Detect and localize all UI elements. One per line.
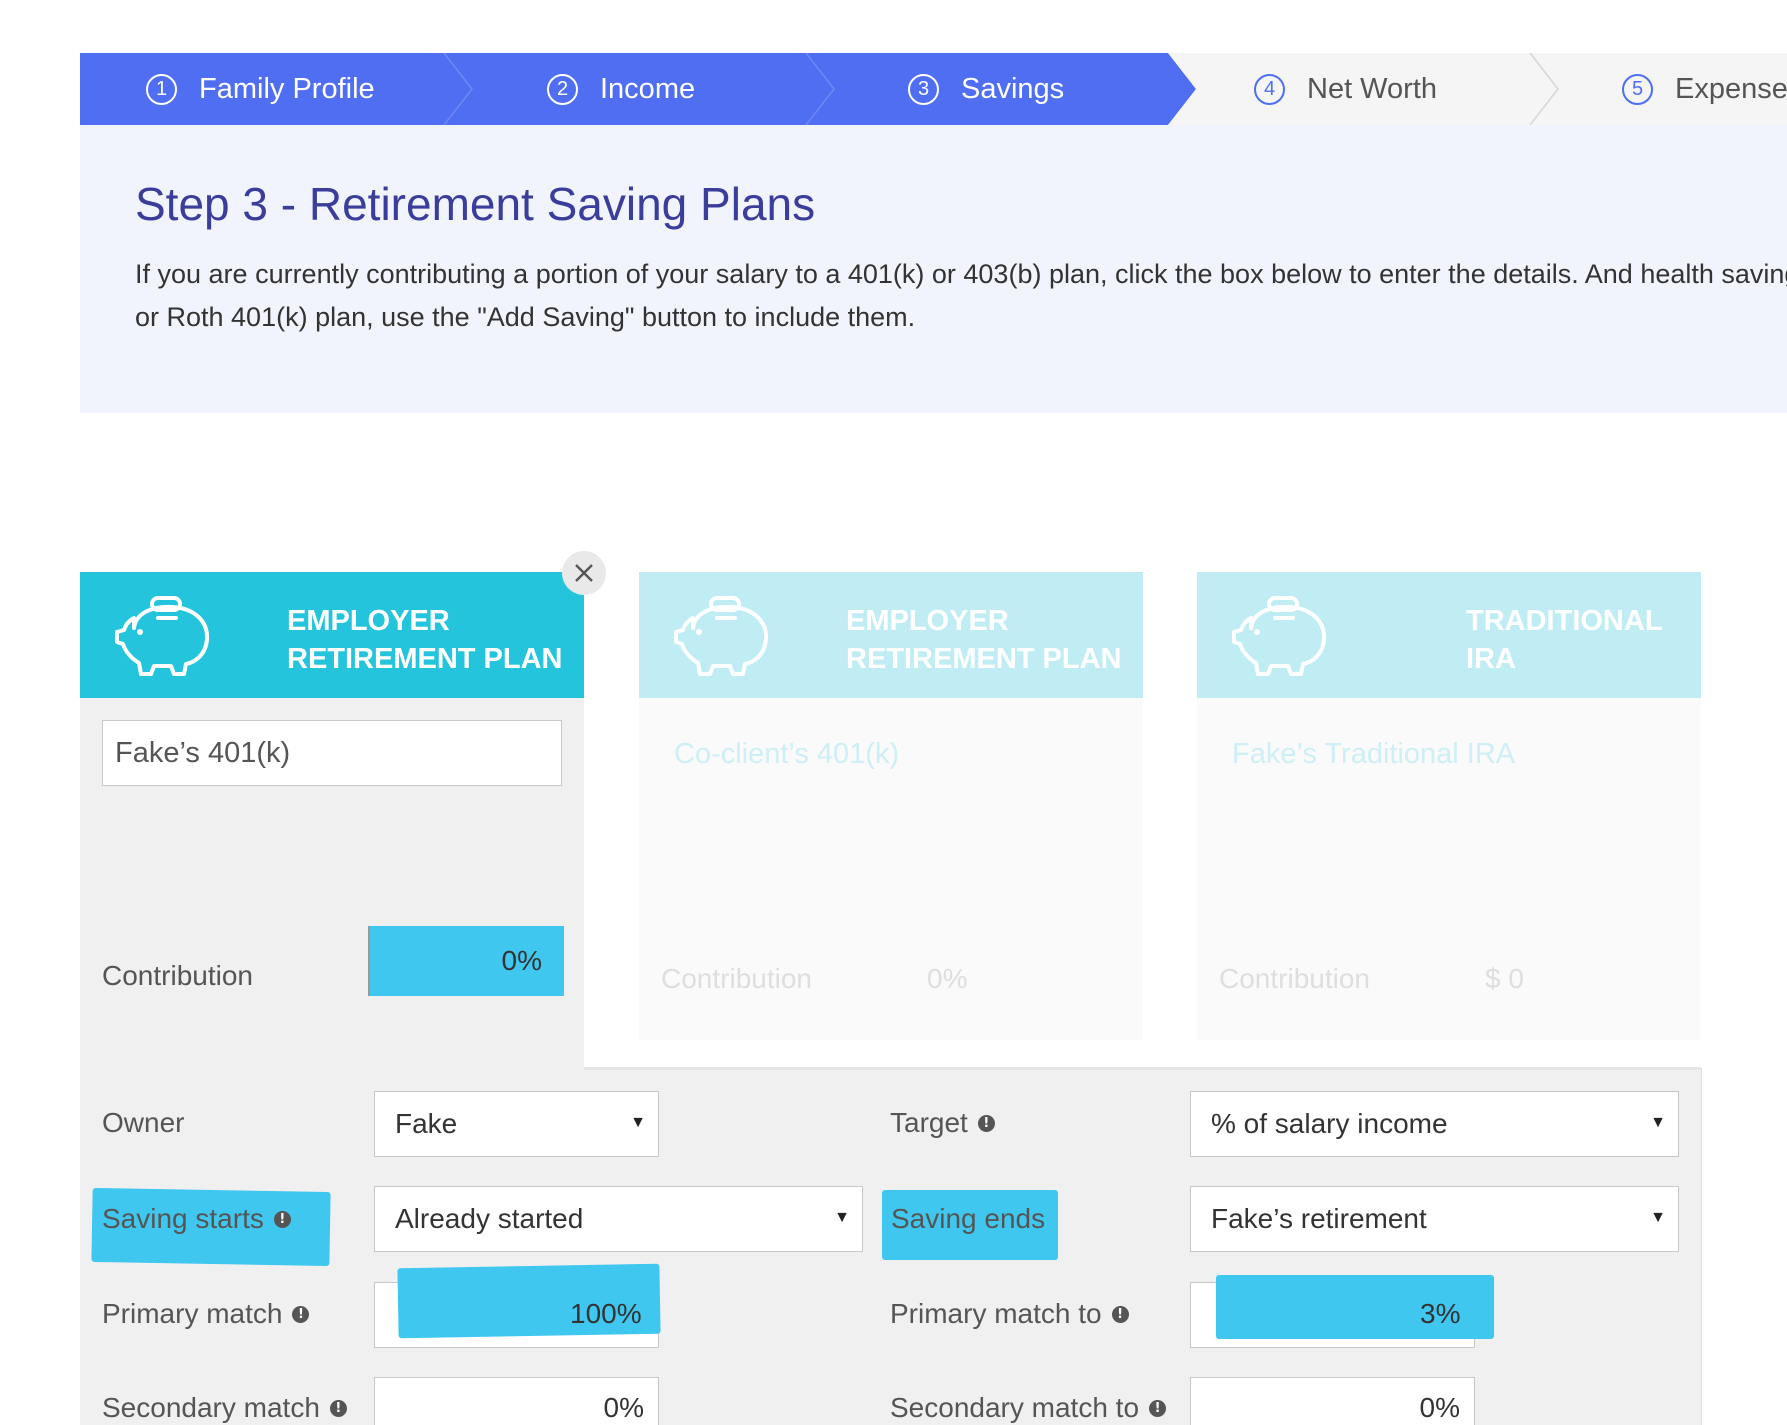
- dropdown-arrow-icon: ▼: [630, 1114, 646, 1131]
- card-body: Fake’s Traditional IRA Contribution $ 0: [1197, 698, 1701, 1040]
- owner-select[interactable]: Fake ▼: [374, 1091, 659, 1157]
- close-icon: [575, 564, 593, 582]
- step-expense[interactable]: 5 Expense: [1622, 53, 1787, 125]
- owner-label-text: Owner: [102, 1107, 185, 1138]
- secondary-match-input[interactable]: 0%: [374, 1377, 659, 1425]
- details-divider: [584, 1067, 1701, 1070]
- card-header[interactable]: TRADITIONAL IRA: [1197, 572, 1701, 698]
- close-button[interactable]: [562, 551, 606, 595]
- card-title-line1: EMPLOYER: [846, 605, 1009, 637]
- card-title-line1: TRADITIONAL: [1466, 605, 1663, 637]
- card-title-line2: IRA: [1466, 643, 1516, 675]
- secondary-match-value: 0%: [603, 1392, 644, 1423]
- step-number-badge: 4: [1254, 73, 1285, 105]
- contribution-value: $ 0: [1485, 963, 1524, 994]
- secondary-match-to-label: Secondary match to !: [890, 1392, 1167, 1424]
- info-icon[interactable]: !: [1149, 1399, 1167, 1417]
- saving-card-co-client-plan[interactable]: EMPLOYER RETIREMENT PLAN Co-client’s 401…: [639, 572, 1143, 1040]
- saving-starts-label-text: Saving starts: [102, 1203, 264, 1234]
- info-icon[interactable]: !: [977, 1114, 995, 1132]
- card-title-line2: RETIREMENT PLAN: [846, 643, 1122, 675]
- info-icon[interactable]: !: [1111, 1305, 1129, 1323]
- step-number-badge: 5: [1622, 73, 1653, 105]
- page-title: Step 3 - Retirement Saving Plans: [135, 178, 816, 230]
- secondary-match-label-text: Secondary match: [102, 1392, 320, 1423]
- saving-ends-value: Fake’s retirement: [1211, 1203, 1427, 1234]
- piggy-bank-icon: [115, 596, 210, 676]
- step-number-badge: 2: [547, 73, 578, 105]
- info-icon[interactable]: !: [329, 1399, 347, 1417]
- primary-match-to-label-text: Primary match to: [890, 1298, 1102, 1329]
- contribution-input[interactable]: 0%: [368, 926, 564, 996]
- target-label: Target !: [890, 1107, 995, 1139]
- step-net-worth[interactable]: 4 Net Worth: [1254, 53, 1437, 125]
- step-income[interactable]: 2 Income: [547, 53, 695, 125]
- target-select[interactable]: % of salary income ▼: [1190, 1091, 1679, 1157]
- dropdown-arrow-icon: ▼: [834, 1209, 850, 1226]
- contribution-label: Contribution: [1219, 963, 1370, 994]
- contribution-label: Contribution: [661, 963, 812, 994]
- info-icon[interactable]: !: [292, 1305, 310, 1323]
- plan-name: Co-client’s 401(k): [674, 738, 900, 770]
- card-body: Co-client’s 401(k) Contribution 0%: [639, 698, 1143, 1040]
- card-title-line2: RETIREMENT PLAN: [287, 643, 563, 675]
- dropdown-arrow-icon: ▼: [1650, 1209, 1666, 1226]
- intro-panel: Step 3 - Retirement Saving Plans If you …: [80, 125, 1787, 413]
- saving-starts-select[interactable]: Already started ▼: [374, 1186, 863, 1252]
- target-label-text: Target: [890, 1107, 968, 1138]
- step-label: Family Profile: [199, 72, 375, 105]
- contribution-value: 0%: [927, 963, 968, 994]
- piggy-bank-icon: [674, 596, 769, 676]
- primary-match-value-text: 100%: [570, 1298, 642, 1329]
- secondary-match-to-input[interactable]: 0%: [1190, 1377, 1475, 1425]
- primary-match-to-value-text: 3%: [1420, 1298, 1461, 1329]
- secondary-match-label: Secondary match !: [102, 1392, 347, 1424]
- saving-card-employer-plan[interactable]: EMPLOYER RETIREMENT PLAN Contribution 0%: [80, 572, 584, 1146]
- primary-match-value: 100%: [570, 1298, 642, 1330]
- step-label: Net Worth: [1307, 72, 1438, 105]
- plan-name-input[interactable]: [102, 720, 562, 786]
- card-header[interactable]: EMPLOYER RETIREMENT PLAN: [80, 572, 584, 698]
- primary-match-label: Primary match !: [102, 1298, 310, 1330]
- saving-starts-label: Saving starts !: [102, 1203, 291, 1235]
- step-number-badge: 3: [908, 73, 939, 105]
- target-select-value: % of salary income: [1211, 1108, 1448, 1139]
- primary-match-label-text: Primary match: [102, 1298, 283, 1329]
- step-label: Savings: [961, 72, 1065, 105]
- card-header[interactable]: EMPLOYER RETIREMENT PLAN: [639, 572, 1143, 698]
- step-family-profile[interactable]: 1 Family Profile: [146, 53, 375, 125]
- step-savings[interactable]: 3 Savings: [908, 53, 1064, 125]
- primary-match-to-label: Primary match to !: [890, 1298, 1129, 1330]
- saving-card-traditional-ira[interactable]: TRADITIONAL IRA Fake’s Traditional IRA C…: [1197, 572, 1701, 1040]
- contribution-value: 0%: [501, 945, 542, 976]
- contribution-label: Contribution: [102, 960, 253, 991]
- card-title-line1: EMPLOYER: [287, 605, 450, 637]
- saving-ends-label-text: Saving ends: [891, 1203, 1046, 1234]
- saving-ends-select[interactable]: Fake’s retirement ▼: [1190, 1186, 1679, 1252]
- owner-select-value: Fake: [395, 1108, 458, 1139]
- plan-name: Fake’s Traditional IRA: [1232, 738, 1516, 770]
- info-icon[interactable]: !: [273, 1210, 291, 1228]
- saving-ends-label: Saving ends: [891, 1203, 1045, 1235]
- primary-match-to-value: 3%: [1420, 1298, 1460, 1330]
- owner-label: Owner: [102, 1107, 184, 1139]
- dropdown-arrow-icon: ▼: [1650, 1114, 1666, 1131]
- saving-starts-value: Already started: [395, 1203, 584, 1234]
- intro-description: If you are currently contributing a port…: [135, 259, 1787, 332]
- step-label: Income: [600, 72, 696, 105]
- step-label: Expense: [1675, 72, 1787, 105]
- secondary-match-to-label-text: Secondary match to: [890, 1392, 1140, 1423]
- piggy-bank-icon: [1232, 596, 1327, 676]
- secondary-match-to-value: 0%: [1419, 1392, 1460, 1423]
- step-number-badge: 1: [146, 73, 177, 105]
- progress-stepper: 1 Family Profile 2 Income 3 Savings 4 Ne…: [80, 53, 1787, 125]
